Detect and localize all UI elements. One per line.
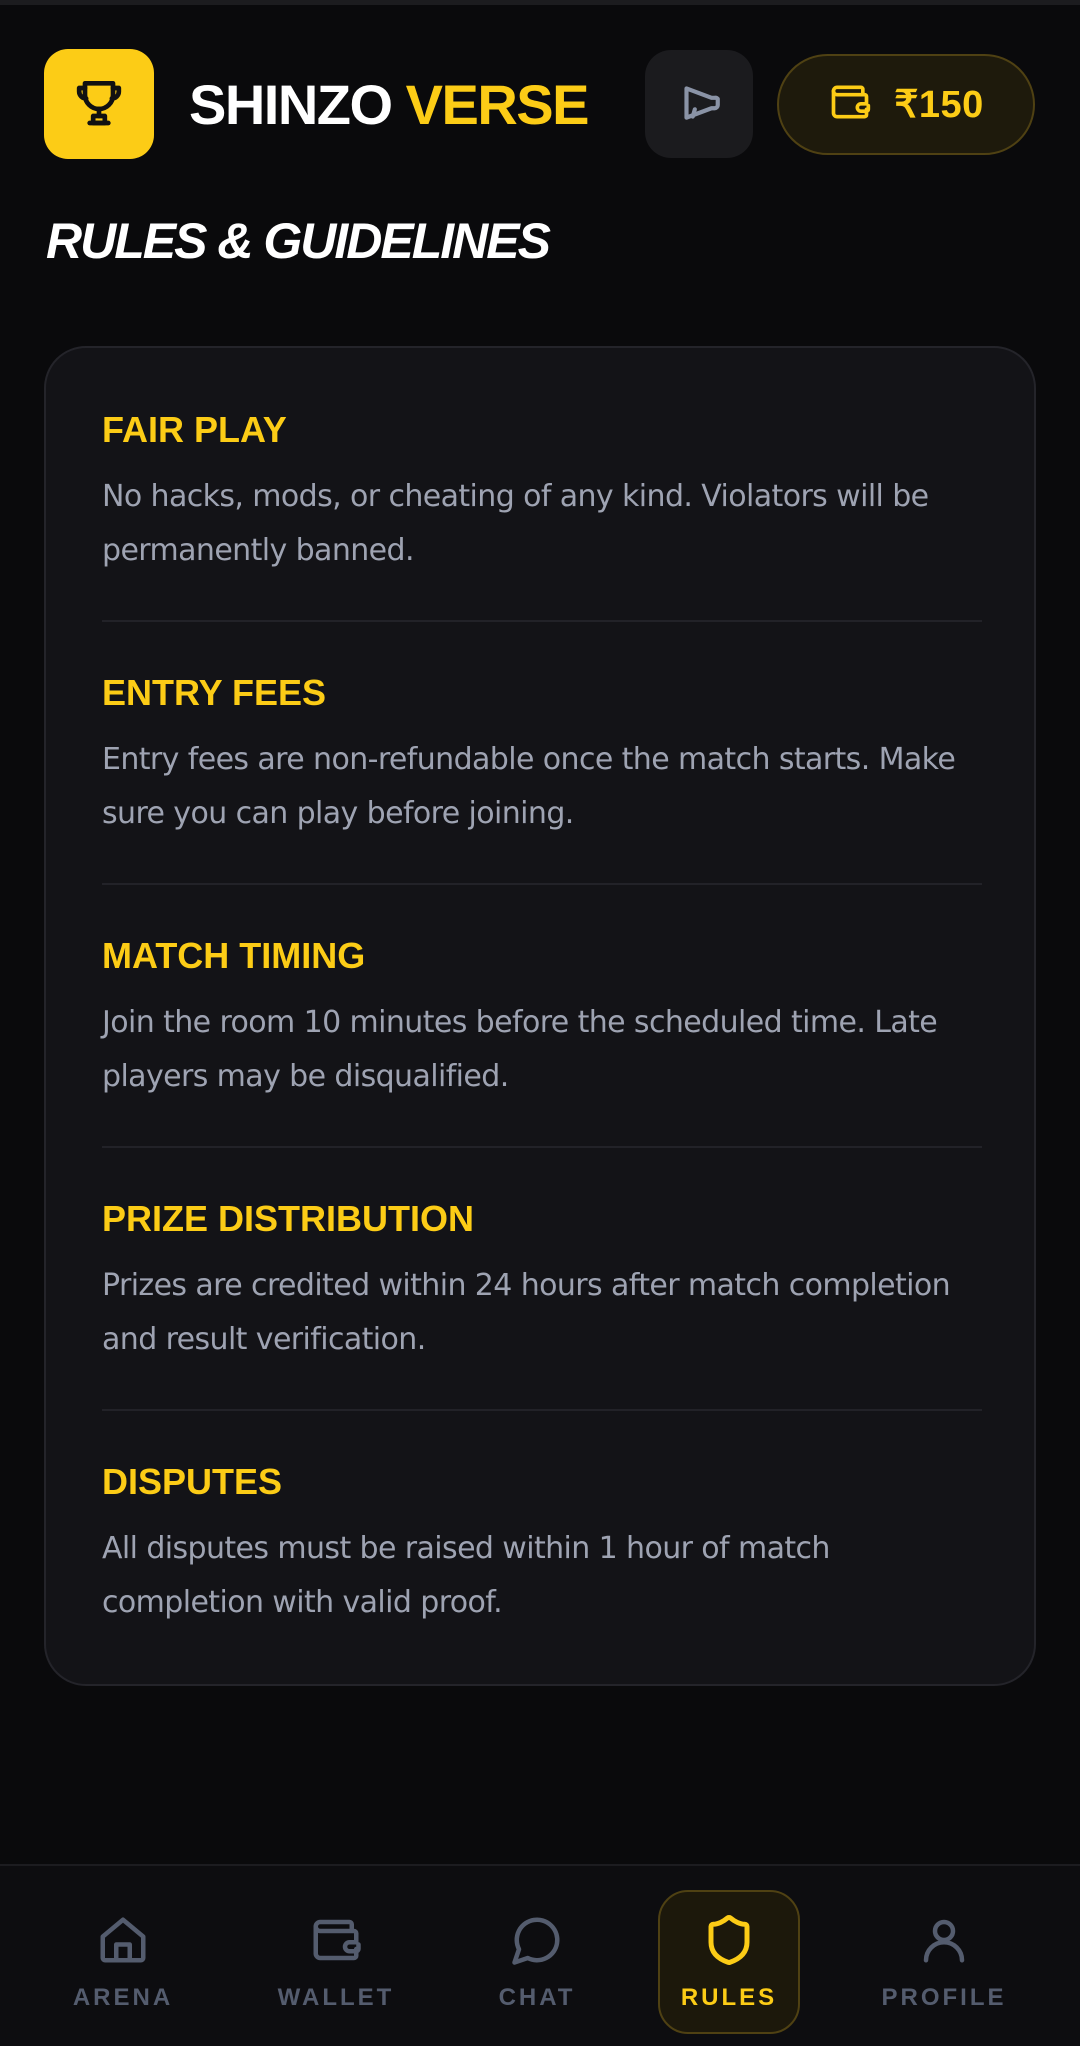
brand-name: SHINZO VERSE — [189, 70, 590, 140]
rule-title: MATCH TIMING — [102, 935, 366, 976]
rule-description: Join the room 10 minutes before the sche… — [102, 1005, 938, 1094]
shield-icon — [702, 1913, 756, 1972]
app-header: SHINZO VERSE ₹150 — [0, 0, 1080, 200]
megaphone-icon — [674, 77, 724, 132]
divider — [102, 1146, 982, 1148]
rule-description: All disputes must be raised within 1 hou… — [102, 1531, 830, 1620]
rules-card: FAIR PLAY No hacks, mods, or cheating of… — [44, 346, 1036, 1686]
trophy-icon — [71, 74, 127, 135]
chat-bubble-icon — [510, 1913, 564, 1972]
nav-item-profile[interactable]: PROFILE — [873, 1890, 1015, 2034]
home-icon — [96, 1913, 150, 1972]
page-title: RULES & GUIDELINES — [46, 213, 551, 269]
rule-description: Entry fees are non-refundable once the m… — [102, 742, 956, 831]
bottom-nav: ARENA WALLET CHAT RULES PROFILE — [0, 1864, 1080, 2046]
wallet-icon — [828, 80, 872, 129]
rule-title: FAIR PLAY — [102, 409, 287, 450]
rule-item-match-timing: MATCH TIMING Join the room 10 minutes be… — [102, 934, 982, 1104]
nav-item-wallet[interactable]: WALLET — [266, 1890, 406, 2034]
nav-item-chat[interactable]: CHAT — [476, 1890, 598, 2034]
nav-item-arena[interactable]: ARENA — [53, 1890, 193, 2034]
rule-title: PRIZE DISTRIBUTION — [102, 1198, 475, 1239]
divider — [102, 620, 982, 622]
divider — [102, 883, 982, 885]
rule-item-prize-distribution: PRIZE DISTRIBUTION Prizes are credited w… — [102, 1197, 982, 1367]
wallet-icon — [309, 1913, 363, 1972]
rule-item-fair-play: FAIR PLAY No hacks, mods, or cheating of… — [102, 408, 982, 578]
nav-label: ARENA — [72, 1983, 174, 2011]
nav-item-rules[interactable]: RULES — [658, 1890, 800, 2034]
rule-title: DISPUTES — [102, 1461, 283, 1502]
rule-title: ENTRY FEES — [102, 672, 327, 713]
brand-name-part2: VERSE — [405, 73, 590, 136]
nav-label: CHAT — [498, 1983, 576, 2011]
wallet-balance: ₹150 — [894, 84, 984, 126]
nav-label: WALLET — [277, 1983, 395, 2011]
rule-item-entry-fees: ENTRY FEES Entry fees are non-refundable… — [102, 671, 982, 841]
rule-description: Prizes are credited within 24 hours afte… — [102, 1268, 951, 1357]
rule-description: No hacks, mods, or cheating of any kind.… — [102, 479, 929, 568]
nav-label: RULES — [680, 1983, 778, 2011]
nav-label: PROFILE — [881, 1983, 1007, 2011]
wallet-balance-button[interactable]: ₹150 — [777, 54, 1035, 155]
user-icon — [917, 1913, 971, 1972]
brand-name-part1: SHINZO — [189, 73, 393, 136]
rule-item-disputes: DISPUTES All disputes must be raised wit… — [102, 1460, 982, 1630]
divider — [102, 1409, 982, 1411]
app-logo[interactable] — [44, 49, 154, 159]
announcements-button[interactable] — [645, 50, 753, 158]
